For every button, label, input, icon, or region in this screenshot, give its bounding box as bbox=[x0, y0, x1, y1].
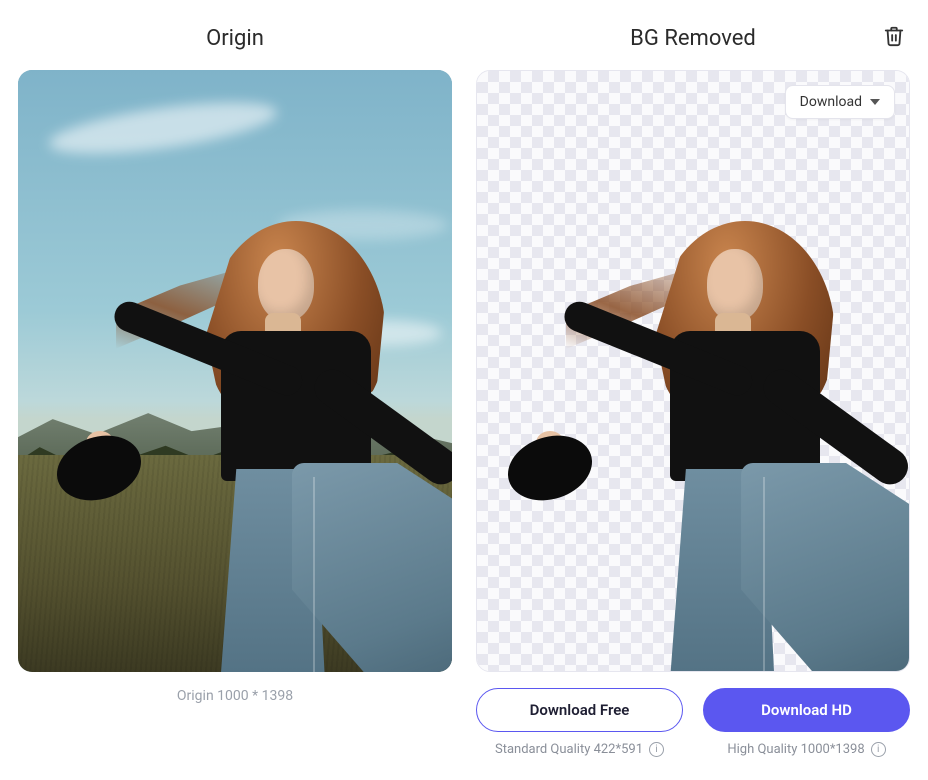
delete-button[interactable] bbox=[880, 22, 908, 50]
download-dropdown[interactable]: Download bbox=[785, 85, 895, 119]
face bbox=[707, 249, 763, 321]
person-subject bbox=[79, 221, 452, 673]
download-free-button[interactable]: Download Free bbox=[476, 688, 683, 732]
info-icon[interactable]: i bbox=[871, 742, 886, 757]
jeans bbox=[191, 469, 452, 673]
caret-down-icon bbox=[870, 99, 880, 105]
download-free-label: Download Free bbox=[530, 701, 630, 719]
origin-column: Origin bbox=[18, 20, 452, 768]
download-hd-label: Download HD bbox=[761, 701, 852, 719]
info-icon[interactable]: i bbox=[649, 742, 664, 757]
download-actions: Download Free Standard Quality 422*591 i… bbox=[476, 688, 910, 757]
download-hd-button[interactable]: Download HD bbox=[703, 688, 910, 732]
download-free-caption-text: Standard Quality 422*591 bbox=[495, 742, 643, 757]
person-subject-cutout bbox=[529, 221, 901, 671]
origin-image bbox=[18, 70, 452, 672]
bg-removed-column: BG Removed Download bbox=[476, 20, 910, 768]
jeans bbox=[640, 469, 910, 672]
origin-title: Origin bbox=[206, 26, 264, 51]
download-hd-caption: High Quality 1000*1398 i bbox=[727, 742, 885, 757]
face bbox=[258, 249, 314, 321]
jean-seam bbox=[313, 477, 315, 673]
download-free-caption: Standard Quality 422*591 i bbox=[495, 742, 664, 757]
jean-seam bbox=[763, 477, 765, 672]
bg-remover-compare-view: Origin bbox=[0, 0, 928, 780]
trash-icon bbox=[883, 25, 905, 47]
origin-header: Origin bbox=[18, 20, 452, 56]
download-hd-caption-text: High Quality 1000*1398 bbox=[727, 742, 864, 757]
download-hd-group: Download HD High Quality 1000*1398 i bbox=[703, 688, 910, 757]
bg-removed-image: Download bbox=[476, 70, 910, 672]
download-free-group: Download Free Standard Quality 422*591 i bbox=[476, 688, 683, 757]
download-dropdown-label: Download bbox=[800, 94, 862, 110]
bg-removed-title: BG Removed bbox=[630, 26, 756, 51]
origin-caption: Origin 1000 * 1398 bbox=[18, 688, 452, 704]
bg-removed-header: BG Removed bbox=[476, 20, 910, 56]
